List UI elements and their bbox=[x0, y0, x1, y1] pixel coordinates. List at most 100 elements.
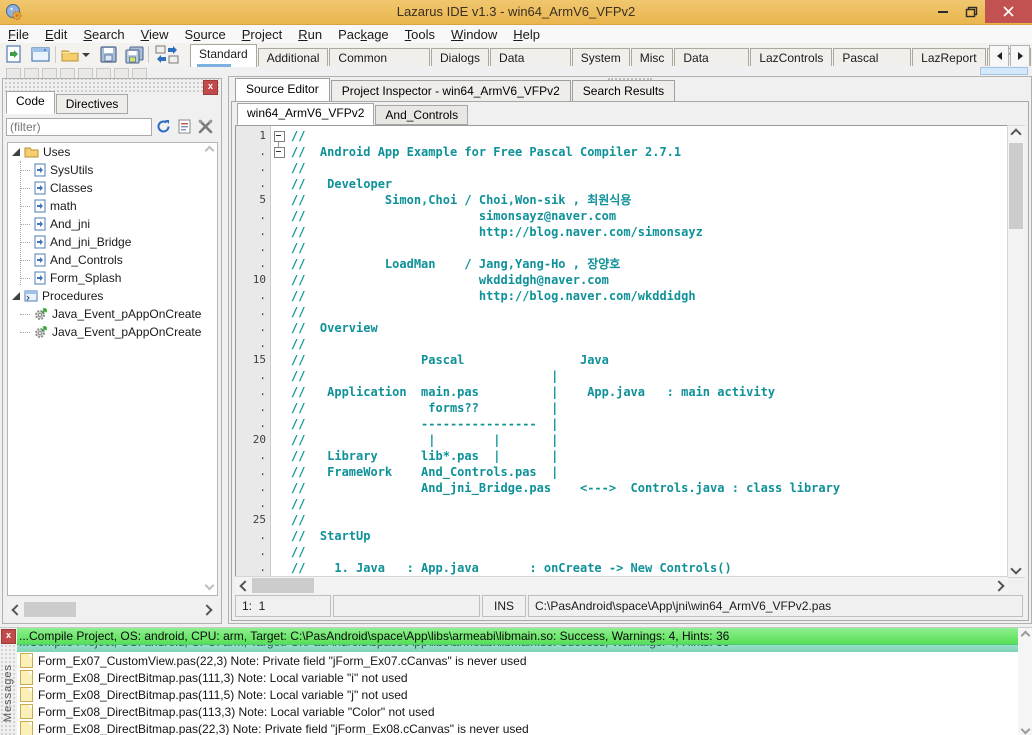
tree-label: Java_Event_pAppOnCreate bbox=[52, 307, 201, 321]
tree-label: Uses bbox=[43, 145, 70, 159]
save-button[interactable] bbox=[96, 44, 120, 65]
menu-item-window[interactable]: Window bbox=[443, 27, 505, 42]
scroll-left-icon[interactable] bbox=[7, 601, 23, 618]
tree-node-uses[interactable]: Uses bbox=[8, 143, 217, 161]
tree-node-procedure[interactable]: Java_Event_pAppOnCreate bbox=[8, 323, 217, 341]
message-row[interactable]: Form_Ex08_DirectBitmap.pas(113,3) Note: … bbox=[17, 703, 1018, 720]
tab-project-inspector[interactable]: Project Inspector - win64_ArmV6_VFPv2 bbox=[331, 80, 571, 102]
tab-source-editor[interactable]: Source Editor bbox=[235, 78, 330, 102]
palette-tab-system[interactable]: System bbox=[572, 48, 630, 67]
scroll-left-icon[interactable] bbox=[235, 577, 251, 594]
menu-item-run[interactable]: Run bbox=[290, 27, 330, 42]
scrollbar-thumb[interactable] bbox=[1009, 143, 1023, 229]
fold-margin[interactable] bbox=[271, 126, 286, 577]
editor-hscrollbar[interactable] bbox=[235, 576, 1008, 594]
scroll-up-icon[interactable] bbox=[1008, 126, 1024, 142]
close-button[interactable] bbox=[985, 0, 1032, 23]
scrollbar-thumb[interactable] bbox=[24, 602, 76, 617]
tree-node-unit[interactable]: Form_Splash bbox=[8, 269, 217, 287]
refresh-button[interactable] bbox=[154, 117, 173, 136]
file-tab-win64-armv6-vfpv2[interactable]: win64_ArmV6_VFPv2 bbox=[237, 103, 374, 125]
tree-node-procedures[interactable]: Procedures bbox=[8, 287, 217, 305]
clipped-message-row[interactable]: ...Compile Project, OS: android, CPU: ar… bbox=[17, 645, 1018, 652]
tree-scroll-down-icon[interactable] bbox=[206, 582, 215, 591]
menu-item-edit[interactable]: Edit bbox=[37, 27, 75, 42]
menu-item-search[interactable]: Search bbox=[75, 27, 132, 42]
palette-scroll-right-button[interactable] bbox=[1010, 45, 1030, 67]
menu-item-help[interactable]: Help bbox=[505, 27, 548, 42]
unit-icon bbox=[34, 271, 46, 285]
compile-result-row[interactable]: ...Compile Project, OS: android, CPU: ar… bbox=[17, 628, 1018, 645]
palette-scroll-left-button[interactable] bbox=[989, 45, 1009, 67]
expander-icon[interactable] bbox=[12, 292, 20, 300]
fold-collapse-icon[interactable] bbox=[274, 131, 285, 142]
procedures-icon bbox=[24, 290, 38, 302]
tab-directives[interactable]: Directives bbox=[56, 94, 129, 114]
scrollbar-thumb[interactable] bbox=[252, 578, 314, 593]
options-button[interactable] bbox=[196, 117, 215, 136]
palette-tab-data-access[interactable]: Data Access bbox=[674, 48, 749, 67]
editor-vscrollbar[interactable] bbox=[1007, 125, 1025, 578]
menu-item-file[interactable]: File bbox=[0, 27, 37, 42]
build-mode-button[interactable] bbox=[153, 44, 181, 65]
menu-item-package[interactable]: Package bbox=[330, 27, 397, 42]
message-row[interactable]: Form_Ex08_DirectBitmap.pas(22,3) Note: P… bbox=[17, 720, 1018, 735]
component-palette-tabs: Standard Additional Common Controls Dial… bbox=[190, 43, 1032, 67]
tree-node-unit[interactable]: And_jni bbox=[8, 215, 217, 233]
menu-item-project[interactable]: Project bbox=[234, 27, 290, 42]
new-form-button[interactable] bbox=[28, 44, 52, 65]
fold-collapse-icon[interactable] bbox=[274, 147, 285, 158]
code-explorer-close-icon[interactable]: x bbox=[203, 80, 218, 95]
scroll-right-icon[interactable] bbox=[992, 577, 1008, 594]
messages-scrollbar[interactable] bbox=[1018, 628, 1032, 735]
tree-node-procedure[interactable]: Java_Event_pAppOnCreate bbox=[8, 305, 217, 323]
source-button[interactable] bbox=[175, 117, 194, 136]
file-tab-and-controls[interactable]: And_Controls bbox=[375, 105, 468, 125]
code-editor[interactable]: 1. .. 5. .. .10 .. .. 15. .. .20 .. .. 2… bbox=[235, 125, 1025, 578]
palette-tab-lazcontrols[interactable]: LazControls bbox=[750, 48, 832, 67]
tree-node-unit[interactable]: Classes bbox=[8, 179, 217, 197]
tab-search-results[interactable]: Search Results bbox=[572, 80, 675, 102]
scroll-right-icon[interactable] bbox=[200, 601, 216, 618]
tree-node-unit[interactable]: SysUtils bbox=[8, 161, 217, 179]
file-path: C:\PasAndroid\space\App\jni\win64_ArmV6_… bbox=[528, 595, 1023, 617]
palette-tab-lazreport[interactable]: LazReport bbox=[912, 48, 985, 67]
menu-item-tools[interactable]: Tools bbox=[397, 27, 443, 42]
restore-button[interactable] bbox=[957, 0, 985, 23]
tree-node-unit[interactable]: math bbox=[8, 197, 217, 215]
message-text: Form_Ex08_DirectBitmap.pas(113,3) Note: … bbox=[38, 705, 435, 719]
tree-node-unit[interactable]: And_jni_Bridge bbox=[8, 233, 217, 251]
minimize-button[interactable] bbox=[929, 0, 957, 23]
expander-icon[interactable] bbox=[12, 148, 20, 156]
tree-scroll-up-icon[interactable] bbox=[206, 147, 215, 156]
message-row[interactable]: Form_Ex08_DirectBitmap.pas(111,3) Note: … bbox=[17, 669, 1018, 686]
palette-tab-data-controls[interactable]: Data Controls bbox=[490, 48, 571, 67]
save-all-button[interactable] bbox=[122, 44, 146, 65]
menu-item-view[interactable]: View bbox=[133, 27, 177, 42]
open-button[interactable] bbox=[60, 44, 80, 65]
palette-tab-dialogs[interactable]: Dialogs bbox=[431, 48, 489, 67]
code-explorer-tree: Uses SysUtils Classes math And_jni And_j… bbox=[7, 142, 218, 596]
tree-label: And_jni_Bridge bbox=[50, 235, 131, 249]
palette-tab-pascal-script[interactable]: Pascal Script bbox=[833, 48, 911, 67]
menu-item-source[interactable]: Source bbox=[177, 27, 234, 42]
scroll-down-icon[interactable] bbox=[1018, 722, 1032, 735]
messages-close-icon[interactable]: x bbox=[1, 629, 16, 644]
palette-tab-common-controls[interactable]: Common Controls bbox=[329, 48, 430, 67]
palette-tab-standard[interactable]: Standard bbox=[190, 44, 257, 67]
palette-tab-additional[interactable]: Additional bbox=[258, 48, 329, 67]
open-dropdown-button[interactable] bbox=[80, 44, 92, 65]
tree-node-unit[interactable]: And_Controls bbox=[8, 251, 217, 269]
status-extra bbox=[333, 595, 480, 617]
scroll-up-icon[interactable] bbox=[1018, 628, 1032, 642]
code-text[interactable]: //// Android App Example for Free Pascal… bbox=[286, 126, 1024, 577]
message-row[interactable]: Form_Ex07_CustomView.pas(22,3) Note: Pri… bbox=[17, 652, 1018, 669]
palette-tab-misc[interactable]: Misc bbox=[631, 48, 674, 67]
message-row[interactable]: Form_Ex08_DirectBitmap.pas(111,5) Note: … bbox=[17, 686, 1018, 703]
tab-code[interactable]: Code bbox=[6, 91, 55, 114]
filter-input[interactable] bbox=[6, 118, 152, 136]
scroll-down-icon[interactable] bbox=[1008, 561, 1024, 577]
code-explorer-hscrollbar[interactable] bbox=[7, 601, 216, 618]
arrow-right-icon bbox=[1018, 52, 1023, 60]
new-unit-button[interactable] bbox=[2, 44, 26, 65]
